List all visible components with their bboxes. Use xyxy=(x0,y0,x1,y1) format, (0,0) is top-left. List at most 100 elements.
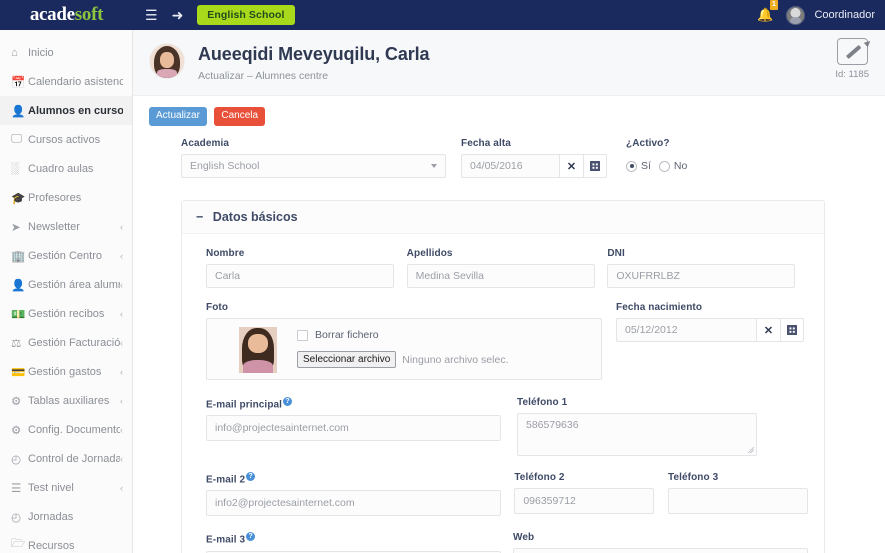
telefono1-textarea[interactable]: 586579636 xyxy=(517,413,757,456)
form-top-row: Academia English School Fecha alta 04/05… xyxy=(181,138,885,178)
sidebar-item-cursos-activos[interactable]: 🖵 Cursos activos xyxy=(0,125,132,154)
sidebar-item-gesti-n-facturaci-n[interactable]: ⚖ Gestión Facturación ‹ xyxy=(0,328,132,357)
email2-input[interactable]: info2@projectesainternet.com xyxy=(206,490,501,517)
field-telefono3: Teléfono 3 xyxy=(668,472,808,514)
apellidos-input[interactable]: Medina Sevilla xyxy=(406,264,595,288)
cancel-button[interactable]: Cancela xyxy=(214,107,266,126)
sidebar-item-gesti-n-rea-alumnos[interactable]: 👤Gestión área alumnos‹ xyxy=(0,270,132,299)
edit-record-box[interactable]: Id: 1185 xyxy=(835,38,869,80)
paper-plane-icon: ➤ xyxy=(11,221,21,234)
radio-dot-no xyxy=(658,160,670,172)
sidebar-item-tablas-auxiliares[interactable]: ⚙ Tablas auxiliares ‹ xyxy=(0,386,132,415)
dni-label: DNI xyxy=(607,248,625,259)
activo-no-label: No xyxy=(673,160,688,172)
field-dni: DNI OXUFRRLBZ xyxy=(607,248,808,288)
email-principal-input[interactable]: info@projectesainternet.com xyxy=(206,415,501,442)
field-email2: E-mail 2? info2@projectesainternet.com xyxy=(206,472,514,517)
fecha-nacimiento-group: 05/12/2012 ✕ xyxy=(616,318,804,342)
sidebar-item-jornadas[interactable]: ◴ Jornadas xyxy=(0,502,132,531)
sidebar-item-label: Profesores xyxy=(28,191,82,204)
action-buttons-row: Actualizar Cancela xyxy=(133,96,885,128)
sidebar-item-calendario-asistencia[interactable]: 📅 Calendario asistencia xyxy=(0,67,132,96)
email3-label-text: E-mail 3 xyxy=(206,534,246,546)
academia-select[interactable]: English School xyxy=(181,154,446,178)
fecha-nacimiento-input[interactable]: 05/12/2012 xyxy=(616,318,756,342)
select-file-button[interactable]: Seleccionar archivo xyxy=(297,351,397,368)
row-email3-web: E-mail 3? Web 650186831 pare xyxy=(206,532,808,553)
field-activo: ¿Activo? Sí No xyxy=(626,138,687,178)
times-icon[interactable]: ✕ xyxy=(559,154,583,178)
sidebar-item-alumnos-en-curso[interactable]: 👤 Alumnos en curso xyxy=(0,96,132,125)
activo-radio-no[interactable]: No xyxy=(658,160,688,172)
panel-collapse-icon[interactable]: − xyxy=(196,210,203,224)
help-icon[interactable]: ? xyxy=(246,472,256,481)
sidebar-item-label: Calendario asistencia xyxy=(28,75,123,88)
row-foto-nacimiento: Foto Borrar fichero Seleccionar archivo … xyxy=(206,302,808,380)
sidebar-item-gesti-n-recibos[interactable]: 💵 Gestión recibos ‹ xyxy=(0,299,132,328)
sidebar-item-control-de-jornada[interactable]: ◴ Control de Jornada ‹ xyxy=(0,444,132,473)
notification-count-badge: 1 xyxy=(769,0,779,10)
edit-pencil-icon[interactable] xyxy=(836,38,868,65)
topbar-right: 🔔 1 Coordinador xyxy=(757,0,885,25)
field-academia: Academia English School xyxy=(181,138,461,178)
sidebar-item-config-documentos[interactable]: ⚙ Config. Documentos ‹ xyxy=(0,415,132,444)
sidebar-item-profesores[interactable]: 🎓 Profesores xyxy=(0,183,132,212)
sidebar-item-label: Recursos xyxy=(28,539,75,552)
nombre-label: Nombre xyxy=(206,248,245,259)
school-badge[interactable]: English School xyxy=(197,5,295,25)
sidebar-item-label: Gestión recibos xyxy=(28,307,105,320)
chevron-left-icon: ‹ xyxy=(120,424,123,435)
web-input[interactable]: 650186831 pare xyxy=(513,548,808,553)
times-icon[interactable]: ✕ xyxy=(756,318,780,342)
panel-header[interactable]: − Datos básicos xyxy=(182,201,824,234)
foto-label: Foto xyxy=(206,302,229,313)
help-icon[interactable]: ? xyxy=(283,397,293,406)
dni-input[interactable]: OXUFRRLBZ xyxy=(607,264,796,288)
sidebar-item-inicio[interactable]: ⌂ Inicio xyxy=(0,38,132,67)
telefono2-input[interactable]: 096359712 xyxy=(514,488,655,514)
external-link-icon[interactable]: ➜ xyxy=(172,8,184,22)
sidebar-item-newsletter[interactable]: ➤ Newsletter ‹ xyxy=(0,212,132,241)
update-button[interactable]: Actualizar xyxy=(149,107,207,126)
clock-icon: ◴ xyxy=(11,511,22,524)
fecha-alta-input[interactable]: 04/05/2016 xyxy=(461,154,559,178)
borrar-fichero-label: Borrar fichero xyxy=(315,329,379,341)
borrar-fichero-checkbox[interactable] xyxy=(297,329,308,341)
sidebar-item-label: Cuadro aulas xyxy=(28,162,94,175)
foto-controls: Borrar fichero Seleccionar archivo Ningu… xyxy=(297,327,509,368)
chevron-left-icon: ‹ xyxy=(120,250,123,261)
app-logo[interactable]: acade soft xyxy=(0,0,133,30)
sidebar-item-gesti-n-gastos[interactable]: 💳 Gestión gastos ‹ xyxy=(0,357,132,386)
nombre-input[interactable]: Carla xyxy=(206,264,394,288)
borrar-fichero-row[interactable]: Borrar fichero xyxy=(297,329,509,341)
page-title: Aueeqidi Meveyuqilu, Carla xyxy=(198,44,430,64)
academia-label: Academia xyxy=(181,138,230,149)
field-telefono2: Teléfono 2 096359712 xyxy=(514,472,668,514)
chevron-left-icon: ‹ xyxy=(120,221,123,232)
telefono3-label: Teléfono 3 xyxy=(668,472,719,483)
web-label: Web xyxy=(513,532,535,544)
logo-accent-text: soft xyxy=(74,4,104,25)
sidebar-item-label: Alumnos en curso xyxy=(28,104,123,117)
sidebar-item-test-nivel[interactable]: ☰ Test nivel ‹ xyxy=(0,473,132,502)
user-avatar[interactable] xyxy=(786,5,806,25)
chevron-left-icon: ‹ xyxy=(120,337,123,348)
chevron-left-icon: ‹ xyxy=(120,366,123,377)
field-fecha-nacimiento: Fecha nacimiento 05/12/2012 ✕ xyxy=(616,302,804,342)
hamburger-icon[interactable]: ☰ xyxy=(145,8,158,22)
page-subtitle: Actualizar – Alumnes centre xyxy=(198,70,329,82)
sidebar-item-cuadro-aulas[interactable]: ░ Cuadro aulas xyxy=(0,154,132,183)
user-name-label[interactable]: Coordinador xyxy=(814,9,875,21)
email2-label: E-mail 2? xyxy=(206,472,514,485)
sidebar-item-label: Gestión Centro xyxy=(28,249,102,262)
calendar-grid-icon[interactable] xyxy=(780,318,804,342)
notifications-button[interactable]: 🔔 1 xyxy=(757,0,779,24)
sidebar-item-gesti-n-centro[interactable]: 🏢 Gestión Centro ‹ xyxy=(0,241,132,270)
telefono3-input[interactable] xyxy=(668,488,808,514)
sidebar-item-recursos[interactable]: 🗁 Recursos xyxy=(0,531,132,553)
row-nombre-apellidos-dni: Nombre Carla Apellidos Medina Sevilla DN… xyxy=(206,248,808,288)
home-icon: ⌂ xyxy=(11,46,18,59)
calendar-grid-icon[interactable] xyxy=(583,154,607,178)
help-icon[interactable]: ? xyxy=(246,532,256,542)
activo-radio-yes[interactable]: Sí xyxy=(626,160,651,172)
